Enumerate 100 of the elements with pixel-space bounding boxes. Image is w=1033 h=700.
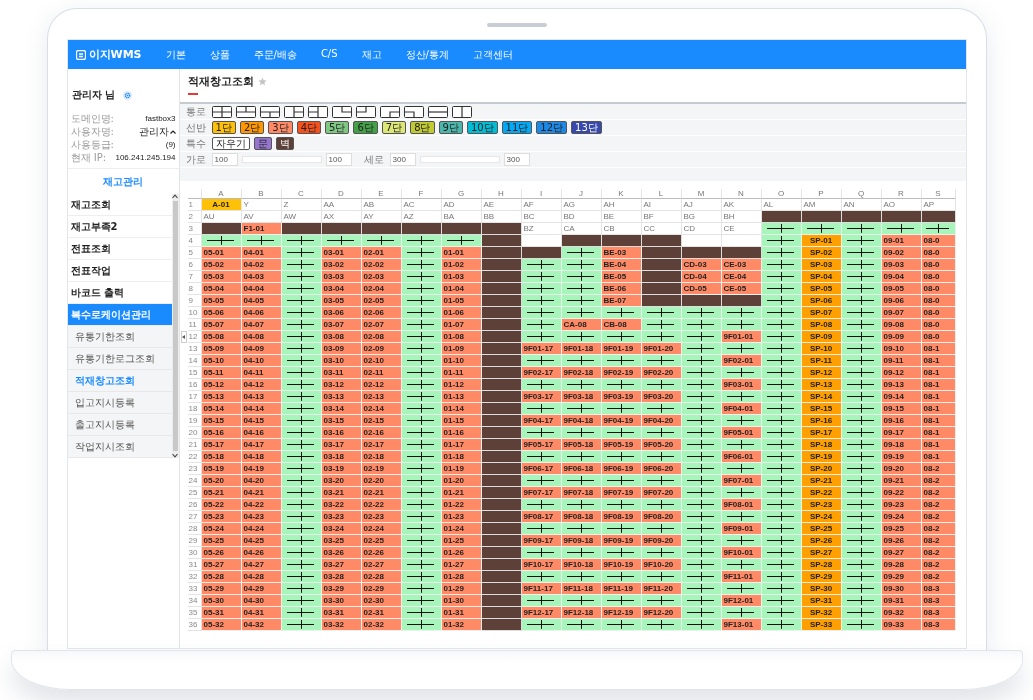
location-cell[interactable]: 05-18	[201, 451, 242, 463]
location-cell[interactable]: SP-03	[801, 259, 842, 271]
location-cell[interactable]: 03-29	[321, 583, 362, 595]
location-cell[interactable]: 02-29	[361, 583, 402, 595]
location-cell[interactable]: 09-13	[881, 379, 922, 391]
sidebar-item[interactable]: 전표작업	[67, 260, 172, 282]
location-cell[interactable]: 09-09	[881, 331, 922, 343]
location-cell[interactable]: 9F04-19	[601, 415, 642, 427]
location-cell[interactable]: 02-17	[361, 439, 402, 451]
location-cell[interactable]: 04-07	[241, 319, 282, 331]
shelf-button[interactable]: 4단	[296, 121, 321, 134]
sidebar-item[interactable]: 재고부족2	[67, 216, 172, 238]
location-cell[interactable]: 9F10-20	[641, 559, 682, 571]
location-cell[interactable]: 01-08	[441, 331, 482, 343]
location-cell[interactable]: 9F05-19	[601, 439, 642, 451]
shelf-button[interactable]: 3단	[268, 121, 293, 134]
location-cell[interactable]: 02-28	[361, 571, 402, 583]
location-cell[interactable]: SP-28	[801, 559, 842, 571]
location-cell[interactable]: SP-15	[801, 403, 842, 415]
location-cell[interactable]: 09-11	[881, 355, 922, 367]
location-cell[interactable]: 9F01-18	[561, 343, 602, 355]
location-cell[interactable]: 02-10	[361, 355, 402, 367]
location-cell[interactable]: 05-10	[201, 355, 242, 367]
passage-button[interactable]	[235, 105, 256, 118]
location-cell[interactable]: 03-30	[321, 595, 362, 607]
location-cell[interactable]: 01-06	[441, 307, 482, 319]
location-cell[interactable]: SP-26	[801, 535, 842, 547]
location-cell[interactable]: SP-14	[801, 391, 842, 403]
location-cell[interactable]: 01-05	[441, 295, 482, 307]
location-cell[interactable]: 9F02-18	[561, 367, 602, 379]
location-cell[interactable]: 03-31	[321, 607, 362, 619]
location-cell[interactable]: 9F08-17	[521, 511, 562, 523]
location-cell[interactable]: 08-1	[921, 343, 956, 355]
passage-button[interactable]	[331, 105, 352, 118]
location-cell[interactable]: 05-23	[201, 511, 242, 523]
location-cell[interactable]: CE-03	[721, 259, 762, 271]
shelf-button[interactable]: 9단	[438, 121, 463, 134]
location-cell[interactable]: SP-29	[801, 571, 842, 583]
location-cell[interactable]: 01-09	[441, 343, 482, 355]
location-cell[interactable]: 08-0	[921, 235, 956, 247]
location-cell[interactable]: 08-1	[921, 355, 956, 367]
location-cell[interactable]: 01-12	[441, 379, 482, 391]
location-cell[interactable]: 9F05-20	[641, 439, 682, 451]
location-cell[interactable]: 01-21	[441, 487, 482, 499]
location-cell[interactable]: 08-2	[921, 487, 956, 499]
location-cell[interactable]: 09-07	[881, 307, 922, 319]
location-cell[interactable]: 04-11	[241, 367, 282, 379]
location-cell[interactable]: 01-04	[441, 283, 482, 295]
location-cell[interactable]: 9F11-19	[601, 583, 642, 595]
location-cell[interactable]: 01-26	[441, 547, 482, 559]
location-cell[interactable]: SP-05	[801, 283, 842, 295]
passage-button[interactable]	[427, 105, 448, 118]
location-cell[interactable]: 09-31	[881, 595, 922, 607]
location-cell[interactable]: 9F12-19	[601, 607, 642, 619]
location-cell[interactable]: 09-20	[881, 463, 922, 475]
location-cell[interactable]: 01-18	[441, 451, 482, 463]
location-cell[interactable]: 03-12	[321, 379, 362, 391]
passage-button[interactable]	[307, 105, 328, 118]
location-cell[interactable]: 9F01-17	[521, 343, 562, 355]
submenu-item[interactable]: 입고지시등록	[67, 392, 172, 414]
location-cell[interactable]: 04-03	[241, 271, 282, 283]
location-cell[interactable]: 05-31	[201, 607, 242, 619]
location-cell[interactable]: 09-03	[881, 259, 922, 271]
location-cell[interactable]: 04-09	[241, 343, 282, 355]
location-cell[interactable]: 08-1	[921, 427, 956, 439]
location-cell[interactable]: 05-27	[201, 559, 242, 571]
location-cell[interactable]: 01-16	[441, 427, 482, 439]
location-cell[interactable]: 9F09-20	[641, 535, 682, 547]
location-cell[interactable]: 09-12	[881, 367, 922, 379]
location-cell[interactable]: 01-32	[441, 619, 482, 631]
location-cell[interactable]: 04-01	[241, 247, 282, 259]
location-cell[interactable]: 09-05	[881, 283, 922, 295]
location-cell[interactable]: 9F03-19	[601, 391, 642, 403]
location-cell[interactable]: 05-19	[201, 463, 242, 475]
shelf-button[interactable]: 6단	[353, 121, 378, 134]
shelf-button[interactable]: 10단	[466, 121, 498, 134]
location-cell[interactable]: SP-18	[801, 439, 842, 451]
location-cell[interactable]: 02-09	[361, 343, 402, 355]
location-cell[interactable]: 9F13-01	[721, 619, 762, 631]
location-cell[interactable]: 03-20	[321, 475, 362, 487]
location-cell[interactable]: 09-22	[881, 487, 922, 499]
location-cell[interactable]: 03-04	[321, 283, 362, 295]
location-cell[interactable]: 03-16	[321, 427, 362, 439]
location-cell[interactable]: 02-20	[361, 475, 402, 487]
location-cell[interactable]: 9F07-17	[521, 487, 562, 499]
location-cell[interactable]: 09-25	[881, 523, 922, 535]
location-cell[interactable]: SP-17	[801, 427, 842, 439]
location-cell[interactable]: 9F01-01	[721, 331, 762, 343]
location-cell[interactable]: 04-08	[241, 331, 282, 343]
location-cell[interactable]: 03-05	[321, 295, 362, 307]
location-cell[interactable]: 02-24	[361, 523, 402, 535]
location-cell[interactable]: SP-09	[801, 331, 842, 343]
size-input[interactable]: 300	[389, 153, 416, 166]
location-cell[interactable]: 01-15	[441, 415, 482, 427]
location-cell[interactable]: 04-05	[241, 295, 282, 307]
location-cell[interactable]: 01-20	[441, 475, 482, 487]
location-cell[interactable]: 04-30	[241, 595, 282, 607]
location-cell[interactable]: 01-02	[441, 259, 482, 271]
location-cell[interactable]: 03-26	[321, 547, 362, 559]
location-cell[interactable]: 08-0	[921, 319, 956, 331]
